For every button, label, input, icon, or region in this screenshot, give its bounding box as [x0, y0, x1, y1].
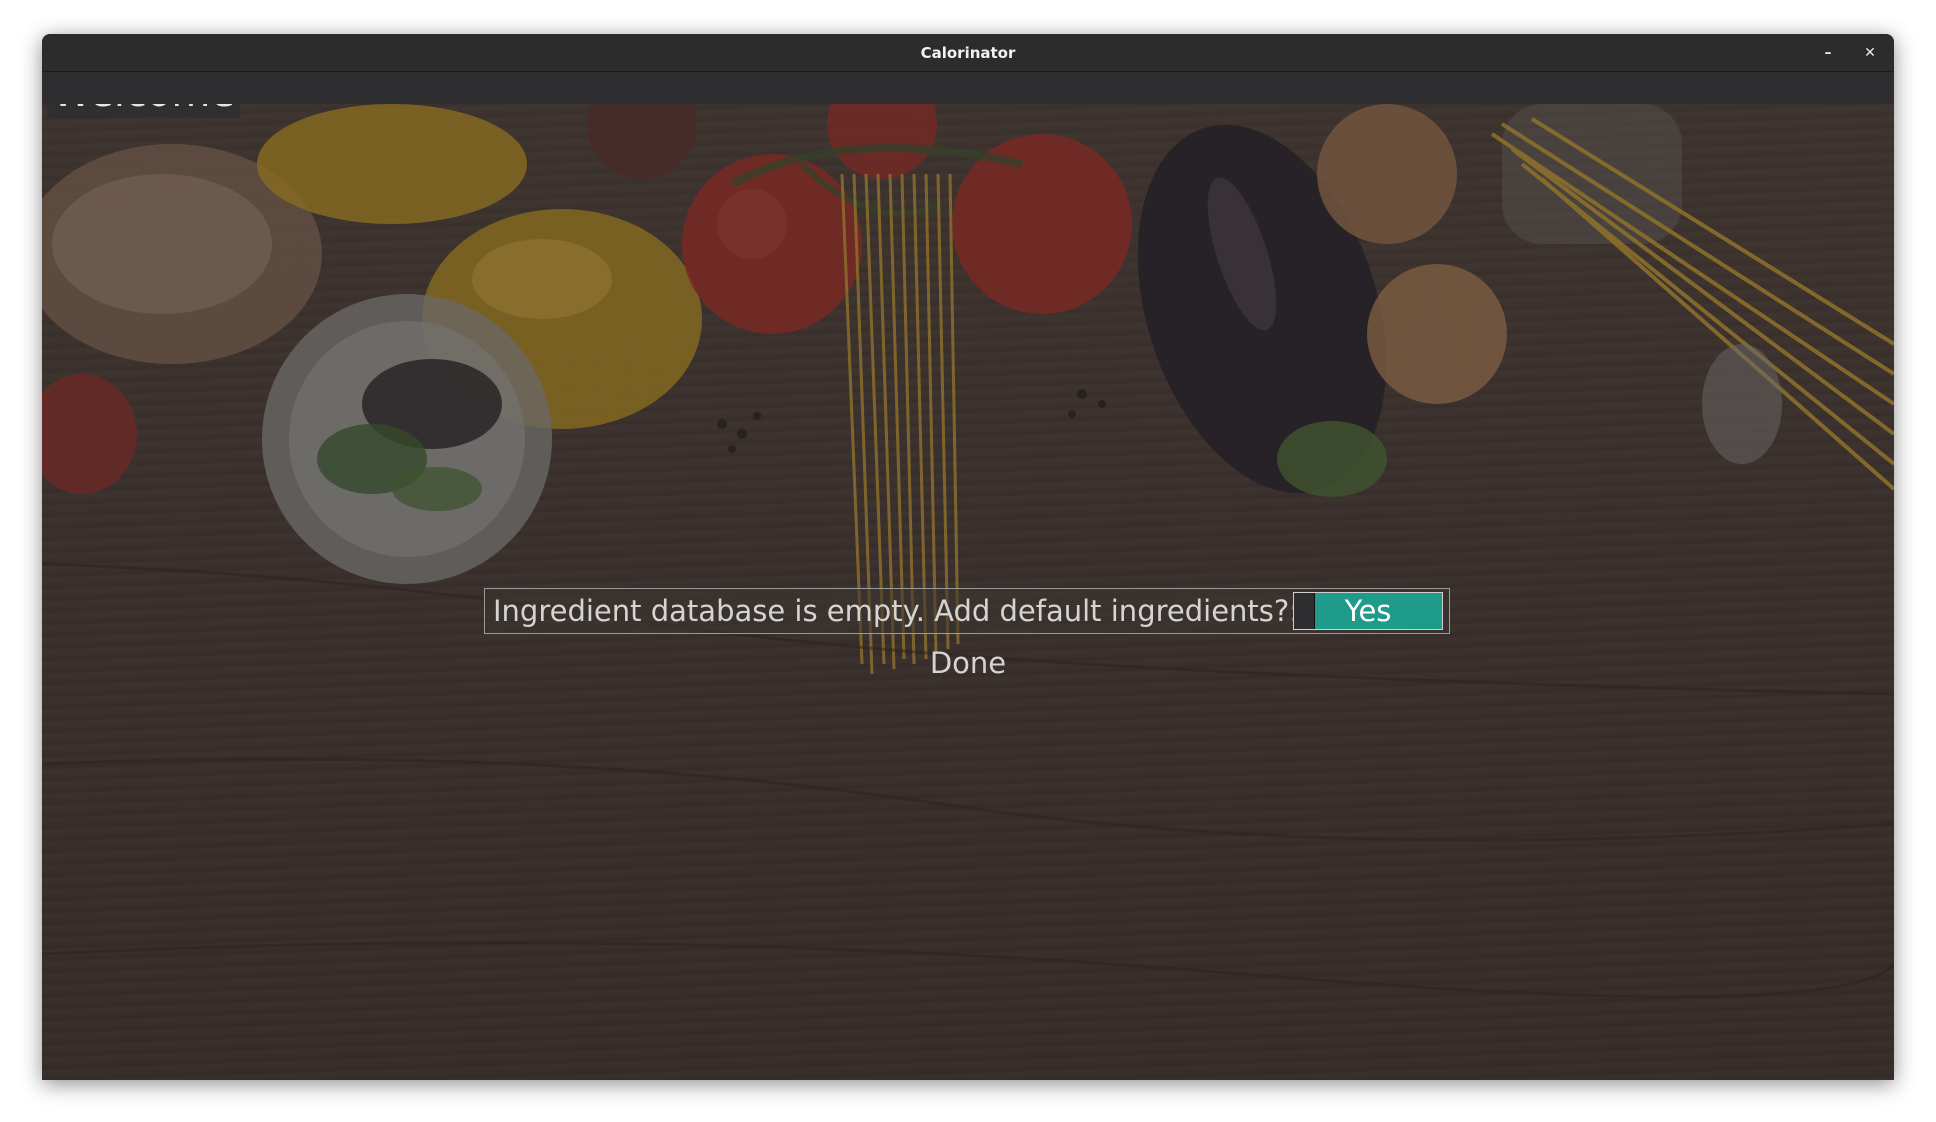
done-button[interactable]: Done — [42, 646, 1894, 680]
toggle-label: Yes — [1344, 594, 1392, 628]
title-bar: Calorinator – ✕ — [42, 34, 1894, 72]
toggle-knob[interactable] — [1294, 593, 1315, 629]
app-window: Calorinator – ✕ Ingredient database is e… — [42, 34, 1894, 1080]
minimize-icon: – — [1824, 44, 1832, 61]
window-title: Calorinator — [920, 43, 1016, 62]
header-bar — [42, 72, 1894, 104]
done-label: Done — [929, 646, 1007, 680]
default-ingredients-row: Ingredient database is empty. Add defaul… — [484, 588, 1450, 634]
window-controls: – ✕ — [1818, 34, 1880, 71]
page-title: Welcome — [47, 104, 240, 118]
add-default-ingredients-toggle[interactable]: Yes — [1293, 592, 1443, 630]
close-icon: ✕ — [1864, 44, 1876, 61]
close-button[interactable]: ✕ — [1860, 43, 1880, 63]
main-content: Welcome Ingredient database is empty. Ad… — [42, 104, 1894, 1080]
minimize-button[interactable]: – — [1818, 43, 1838, 63]
